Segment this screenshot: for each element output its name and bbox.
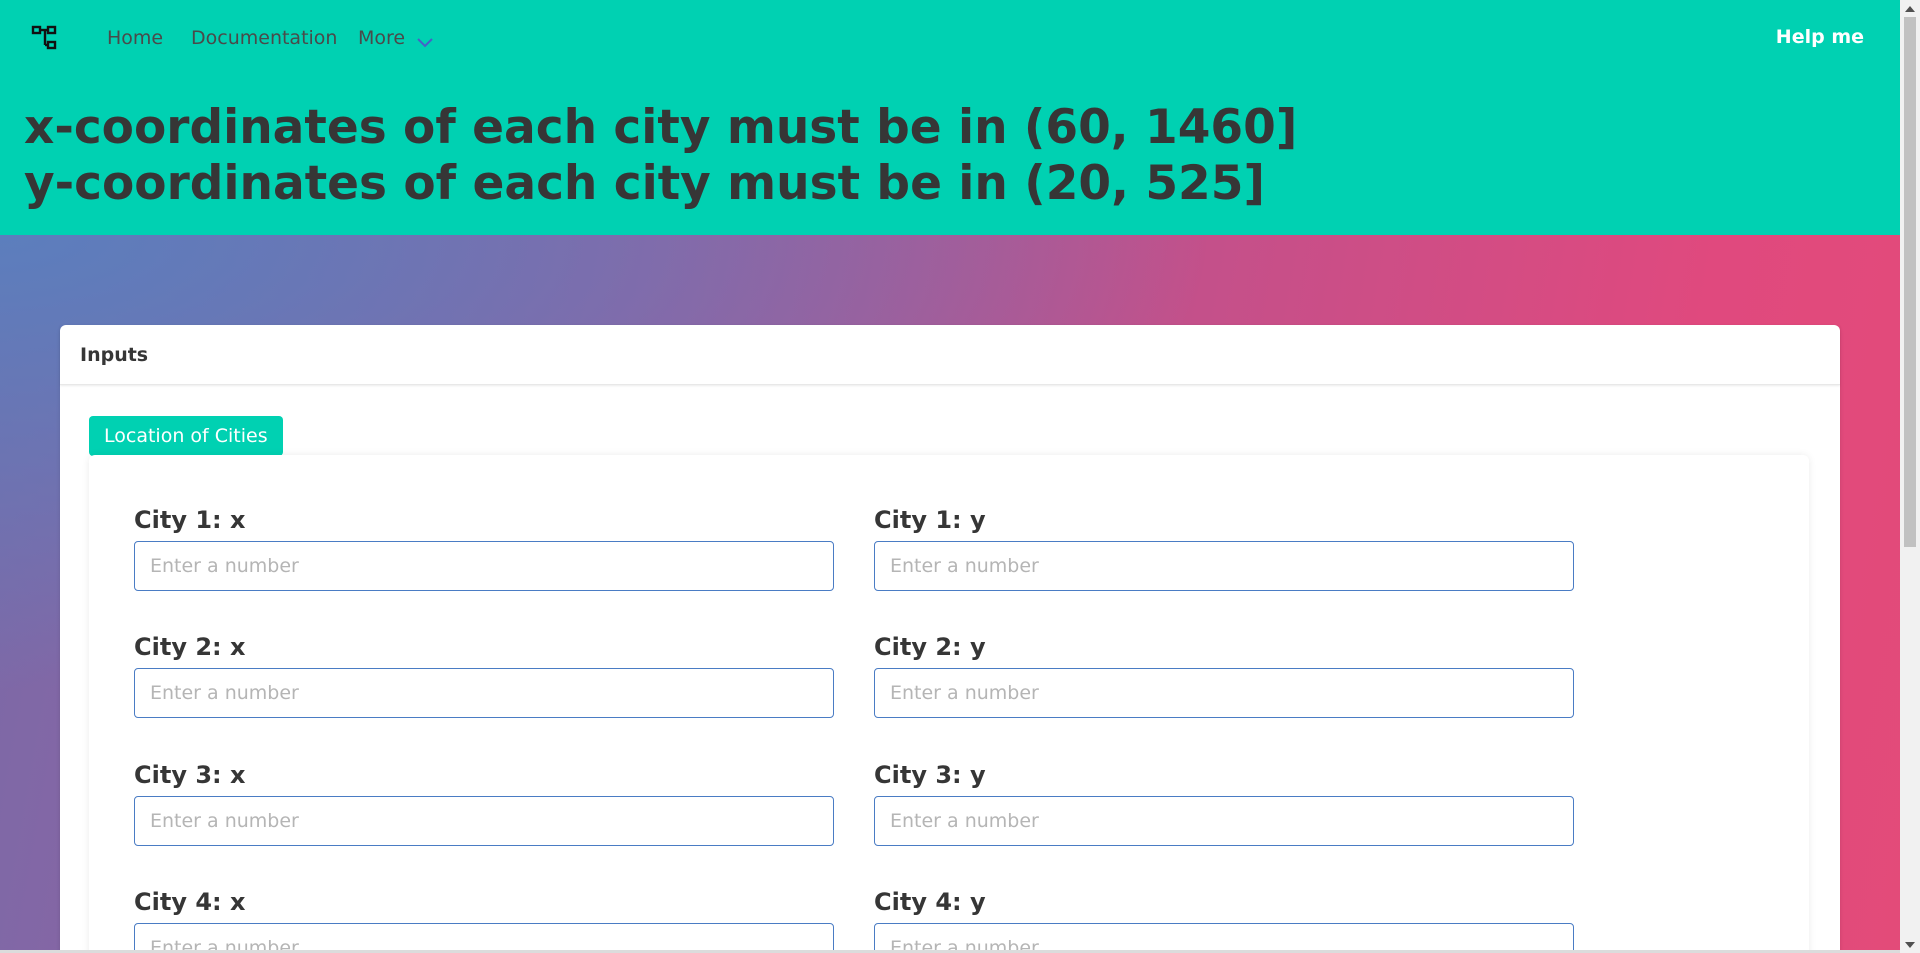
city-4-x-label: City 4: x (134, 888, 246, 916)
city-3-x-field: City 3: x (134, 760, 834, 846)
city-2-x-field: City 2: x (134, 632, 834, 718)
city-4-y-field: City 4: y (874, 887, 1574, 950)
city-1-x-input[interactable] (134, 541, 834, 591)
nav-home-link[interactable]: Home (107, 26, 163, 50)
city-3-x-label: City 3: x (134, 761, 246, 789)
card-title: Inputs (80, 343, 149, 366)
city-3-y-input[interactable] (874, 796, 1574, 846)
scroll-up-arrow-icon[interactable] (1900, 0, 1920, 17)
scroll-down-arrow-icon[interactable] (1900, 936, 1920, 953)
city-1-x-field: City 1: x (134, 505, 834, 591)
sitemap-icon[interactable] (30, 22, 62, 54)
city-1-y-field: City 1: y (874, 505, 1574, 591)
hero-title: x-coordinates of each city must be in (6… (24, 100, 1297, 212)
help-me-link[interactable]: Help me (1776, 26, 1864, 48)
city-1-y-label: City 1: y (874, 506, 986, 534)
city-2-y-field: City 2: y (874, 632, 1574, 718)
navbar: Home Documentation More Help me (0, 0, 1900, 76)
scrollbar-thumb[interactable] (1904, 17, 1916, 547)
page-viewport: Home Documentation More Help me x-coordi… (0, 0, 1900, 950)
nav-documentation-link[interactable]: Documentation (191, 26, 337, 50)
city-2-x-label: City 2: x (134, 633, 246, 661)
city-2-y-label: City 2: y (874, 633, 986, 661)
city-1-x-label: City 1: x (134, 506, 246, 534)
city-3-y-field: City 3: y (874, 760, 1574, 846)
city-4-x-field: City 4: x (134, 887, 834, 950)
vertical-scrollbar[interactable] (1900, 0, 1920, 953)
card-header: Inputs (60, 325, 1840, 385)
hero-section: Home Documentation More Help me x-coordi… (0, 0, 1900, 235)
city-4-y-input[interactable] (874, 923, 1574, 950)
hero-title-line-y: y-coordinates of each city must be in (2… (24, 156, 1265, 211)
city-3-y-label: City 3: y (874, 761, 986, 789)
location-of-cities-tag[interactable]: Location of Cities (89, 416, 283, 456)
hero-title-line-x: x-coordinates of each city must be in (6… (24, 100, 1298, 155)
city-2-y-input[interactable] (874, 668, 1574, 718)
nav-more-label: More (358, 27, 406, 49)
city-4-y-label: City 4: y (874, 888, 986, 916)
cities-panel: City 1: x City 1: y City 2: x City 2: y … (89, 455, 1809, 950)
city-4-x-input[interactable] (134, 923, 834, 950)
nav-more-dropdown[interactable]: More (358, 26, 435, 50)
city-1-y-input[interactable] (874, 541, 1574, 591)
chevron-down-icon (415, 31, 435, 48)
inputs-card: Inputs Location of Cities City 1: x City… (60, 325, 1840, 950)
city-3-x-input[interactable] (134, 796, 834, 846)
city-2-x-input[interactable] (134, 668, 834, 718)
